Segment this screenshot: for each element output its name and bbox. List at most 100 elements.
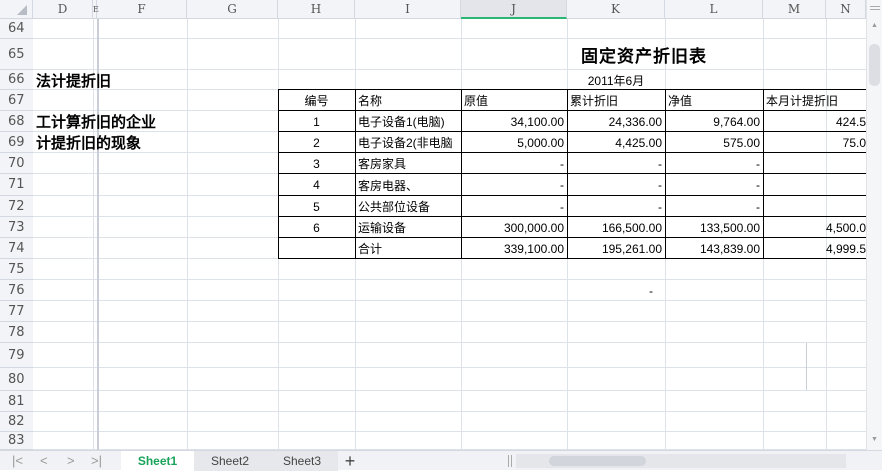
last-sheet-icon[interactable]: >| bbox=[91, 451, 102, 471]
row-header-76[interactable]: 76 bbox=[0, 280, 33, 301]
row-header-69[interactable]: 69 bbox=[0, 132, 33, 153]
table-cell[interactable]: 电子设备2(非电脑 bbox=[355, 132, 461, 153]
table-cell[interactable]: 143,839.00 bbox=[665, 238, 763, 259]
vertical-scrollbar[interactable]: ▲ ▼ bbox=[866, 0, 882, 450]
column-header-G[interactable]: G bbox=[187, 0, 278, 19]
table-cell[interactable]: 300,000.00 bbox=[461, 217, 567, 238]
table-cell[interactable]: 9,764.00 bbox=[665, 111, 763, 132]
table-cell[interactable]: 195,261.00 bbox=[567, 238, 665, 259]
table-cell[interactable]: 6 bbox=[278, 217, 355, 238]
cell[interactable]: 工计算折旧的企业 bbox=[33, 111, 278, 132]
row-header-72[interactable]: 72 bbox=[0, 196, 33, 217]
column-header-N[interactable]: N bbox=[826, 0, 866, 19]
scroll-thumb[interactable] bbox=[869, 44, 880, 86]
table-title[interactable]: 固定资产折旧表 bbox=[355, 39, 826, 70]
column-header-J[interactable]: J bbox=[461, 0, 567, 19]
table-cell[interactable]: 4,425.00 bbox=[567, 132, 665, 153]
cell[interactable]: 法计提折旧 bbox=[33, 70, 278, 90]
table-cell[interactable]: - bbox=[461, 153, 567, 174]
row-header-75[interactable]: 75 bbox=[0, 259, 33, 280]
row-header-68[interactable]: 68 bbox=[0, 111, 33, 132]
row-header-77[interactable]: 77 bbox=[0, 301, 33, 322]
tab-sheet1[interactable]: Sheet1 bbox=[121, 451, 194, 471]
column-header-D[interactable]: D bbox=[33, 0, 93, 19]
gridline bbox=[806, 343, 807, 390]
column-header-I[interactable]: I bbox=[355, 0, 461, 19]
select-all-corner[interactable] bbox=[0, 0, 33, 19]
table-cell[interactable]: 4 bbox=[278, 174, 355, 196]
row-header-71[interactable]: 71 bbox=[0, 174, 33, 196]
row-header-73[interactable]: 73 bbox=[0, 217, 33, 238]
table-cell[interactable]: 133,500.00 bbox=[665, 217, 763, 238]
gridline bbox=[33, 431, 866, 432]
table-cell[interactable]: 1 bbox=[278, 111, 355, 132]
scroll-thumb[interactable] bbox=[549, 456, 646, 466]
table-cell[interactable]: 5 bbox=[278, 196, 355, 217]
column-header-K[interactable]: K bbox=[567, 0, 665, 19]
table-cell[interactable]: - bbox=[665, 196, 763, 217]
table-cell[interactable]: 34,100.00 bbox=[461, 111, 567, 132]
table-cell[interactable]: - bbox=[665, 174, 763, 196]
table-cell[interactable] bbox=[278, 238, 355, 259]
table-cell[interactable]: 24,336.00 bbox=[567, 111, 665, 132]
table-cell[interactable]: 电子设备1(电脑) bbox=[355, 111, 461, 132]
table-cell[interactable]: 166,500.00 bbox=[567, 217, 665, 238]
row-header-78[interactable]: 78 bbox=[0, 322, 33, 343]
table-cell[interactable]: - bbox=[567, 174, 665, 196]
row-header-80[interactable]: 80 bbox=[0, 368, 33, 391]
table-header: 本月计提折旧 bbox=[766, 94, 839, 108]
table-date[interactable]: 2011年6月 bbox=[567, 70, 665, 90]
table-cell[interactable]: - bbox=[665, 153, 763, 174]
row-header-65[interactable]: 65 bbox=[0, 39, 33, 70]
row-header-64[interactable]: 64 bbox=[0, 19, 33, 39]
horizontal-scrollbar[interactable] bbox=[305, 454, 505, 468]
gridline bbox=[33, 411, 866, 412]
prev-sheet-icon[interactable]: < bbox=[40, 451, 48, 471]
row-header-70[interactable]: 70 bbox=[0, 153, 33, 174]
table-cell[interactable]: 339,100.00 bbox=[461, 238, 567, 259]
row-header-82[interactable]: 82 bbox=[0, 412, 33, 432]
scroll-down-icon[interactable]: ▼ bbox=[871, 436, 878, 443]
tab-sheet2[interactable]: Sheet2 bbox=[194, 451, 266, 471]
table-cell[interactable]: 75.0 bbox=[763, 132, 866, 153]
column-header-F[interactable]: F bbox=[97, 0, 187, 19]
cell[interactable]: 计提折旧的现象 bbox=[33, 132, 278, 153]
table-cell[interactable]: 4,500.0 bbox=[763, 217, 866, 238]
table-cell[interactable]: - bbox=[461, 196, 567, 217]
table-cell[interactable]: - bbox=[567, 196, 665, 217]
table-cell[interactable] bbox=[763, 174, 866, 196]
row-header-66[interactable]: 66 bbox=[0, 70, 33, 90]
table-header: 名称 bbox=[358, 94, 383, 108]
cell[interactable]: - bbox=[567, 280, 665, 301]
table-cell[interactable]: 4,999.5 bbox=[763, 238, 866, 259]
column-header-L[interactable]: L bbox=[665, 0, 763, 19]
column-header-H[interactable]: H bbox=[278, 0, 355, 19]
table-cell[interactable]: 5,000.00 bbox=[461, 132, 567, 153]
next-sheet-icon[interactable]: > bbox=[67, 451, 75, 471]
table-cell[interactable]: 575.00 bbox=[665, 132, 763, 153]
table-cell[interactable]: - bbox=[461, 174, 567, 196]
first-sheet-icon[interactable]: |< bbox=[12, 451, 23, 471]
row-header-83[interactable]: 83 bbox=[0, 432, 33, 450]
table-cell[interactable] bbox=[763, 153, 866, 174]
table-border bbox=[278, 152, 866, 153]
scroll-up-icon[interactable]: ▲ bbox=[871, 22, 878, 29]
table-cell[interactable]: 客房家具 bbox=[355, 153, 461, 174]
table-cell[interactable]: 合计 bbox=[355, 238, 461, 259]
column-header-M[interactable]: M bbox=[763, 0, 826, 19]
row-header-79[interactable]: 79 bbox=[0, 343, 33, 368]
table-cell[interactable] bbox=[763, 196, 866, 217]
row-header-81[interactable]: 81 bbox=[0, 391, 33, 412]
table-cell[interactable]: 2 bbox=[278, 132, 355, 153]
table-cell[interactable]: 3 bbox=[278, 153, 355, 174]
gridline bbox=[33, 367, 866, 368]
row-header-74[interactable]: 74 bbox=[0, 238, 33, 259]
row-header-67[interactable]: 67 bbox=[0, 90, 33, 111]
column-header-bar: DEFGHIJKLMN bbox=[0, 0, 866, 19]
table-cell[interactable]: - bbox=[567, 153, 665, 174]
table-cell[interactable]: 运输设备 bbox=[355, 217, 461, 238]
table-cell[interactable]: 424.5 bbox=[763, 111, 866, 132]
table-cell[interactable]: 公共部位设备 bbox=[355, 196, 461, 217]
horizontal-scrollbar[interactable] bbox=[516, 454, 846, 468]
table-cell[interactable]: 客房电器、 bbox=[355, 174, 461, 196]
